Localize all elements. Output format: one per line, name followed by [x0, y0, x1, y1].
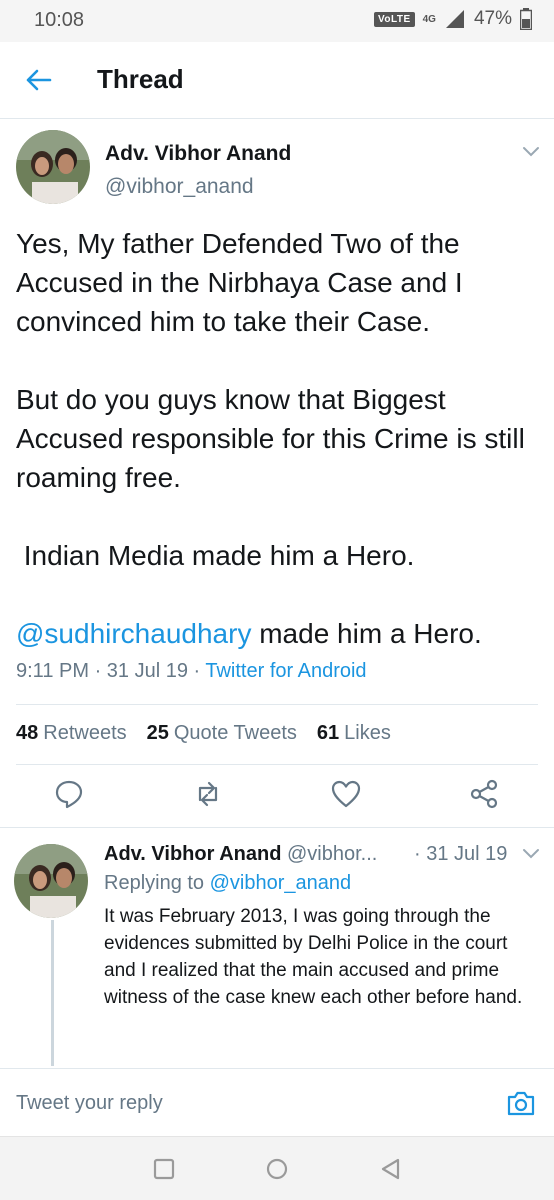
tweet-time: 9:11 PM	[16, 660, 89, 682]
tweet-paragraph-rest: made him a Hero.	[251, 618, 482, 649]
tweet-paragraph: But do you guys know that Biggest Accuse…	[16, 384, 533, 493]
thread-line	[51, 920, 54, 1066]
reply-header: Adv. Vibhor Anand @vibhor...	[104, 843, 377, 866]
tweet-date: 31 Jul 19	[106, 660, 188, 682]
replying-to-mention[interactable]: @vibhor_anand	[210, 872, 352, 894]
reply-text: It was February 2013, I was going throug…	[104, 906, 523, 1008]
app-header: Thread	[0, 42, 554, 118]
tweet-source-link[interactable]: Twitter for Android	[205, 660, 366, 682]
likes-label: Likes	[344, 722, 391, 744]
retweets-label: Retweets	[43, 722, 127, 744]
quotes-label: Quote Tweets	[173, 722, 297, 744]
share-icon[interactable]	[468, 778, 500, 810]
page-title: Thread	[97, 64, 184, 94]
author-handle[interactable]: @vibhor_anand	[105, 175, 254, 199]
tweet-paragraph: @sudhirchaudhary made him a Hero.	[16, 614, 546, 653]
stats-divider	[16, 764, 538, 765]
volte-badge: VoLTE	[373, 11, 415, 27]
tweet-paragraph: Yes, My father Defended Two of the Accus…	[16, 228, 471, 337]
avatar-photo-icon	[16, 130, 90, 204]
likes-stat[interactable]: 61 Likes	[317, 722, 391, 745]
status-bar: 10:08 VoLTE 4G 47%	[0, 0, 554, 42]
recents-square-icon[interactable]	[152, 1157, 176, 1181]
like-icon[interactable]	[330, 778, 362, 810]
reply-icon[interactable]	[53, 778, 85, 810]
avatar-photo-icon	[14, 844, 88, 918]
status-time: 10:08	[34, 9, 85, 31]
tweet-actions	[0, 778, 554, 818]
home-circle-icon[interactable]	[265, 1157, 289, 1181]
likes-count: 61	[316, 722, 340, 744]
retweets-count: 48	[16, 722, 39, 744]
header-divider	[0, 118, 554, 119]
reply-avatar[interactable]	[14, 844, 88, 918]
system-nav-bar	[0, 1136, 554, 1200]
signal-icon	[445, 10, 464, 28]
back-triangle-icon[interactable]	[378, 1157, 402, 1181]
avatar[interactable]	[16, 130, 90, 204]
mention-link[interactable]: @sudhirchaudhary	[16, 618, 251, 649]
battery-icon	[520, 8, 532, 30]
compose-bar	[0, 1068, 554, 1136]
tweet-paragraph: Indian Media made him a Hero.	[16, 540, 415, 571]
tweet-stats: 48 Retweets 25 Quote Tweets 61 Likes	[16, 722, 391, 745]
back-arrow-icon[interactable]	[24, 66, 52, 94]
retweets-stat[interactable]: 48 Retweets	[16, 722, 127, 745]
chevron-down-icon[interactable]	[522, 146, 540, 158]
camera-icon[interactable]	[506, 1089, 536, 1117]
replying-to: Replying to @vibhor_anand	[104, 872, 351, 895]
author-name[interactable]: Adv. Vibhor Anand	[105, 142, 291, 166]
reply-input[interactable]	[16, 1081, 486, 1125]
actions-divider	[0, 827, 554, 828]
reply-chevron-down-icon[interactable]	[522, 848, 540, 860]
network-label: 4G	[422, 13, 436, 25]
quotes-count: 25	[146, 722, 169, 744]
battery-percent: 47%	[473, 8, 512, 29]
retweet-icon[interactable]	[192, 778, 224, 810]
reply-author-handle[interactable]: @vibhor...	[287, 843, 377, 865]
tweet-text: Yes, My father Defended Two of the Accus…	[16, 224, 546, 653]
reply-author-name[interactable]: Adv. Vibhor Anand	[104, 843, 281, 865]
status-icons: VoLTE 4G 47%	[373, 8, 532, 30]
meta-divider	[16, 704, 538, 705]
replying-label: Replying to	[104, 872, 205, 894]
reply-date: · 31 Jul 19	[414, 843, 508, 865]
tweet-meta: 9:11 PM · 31 Jul 19 · Twitter for Androi…	[16, 660, 367, 682]
quotes-stat[interactable]: 25 Quote Tweets	[147, 722, 297, 745]
